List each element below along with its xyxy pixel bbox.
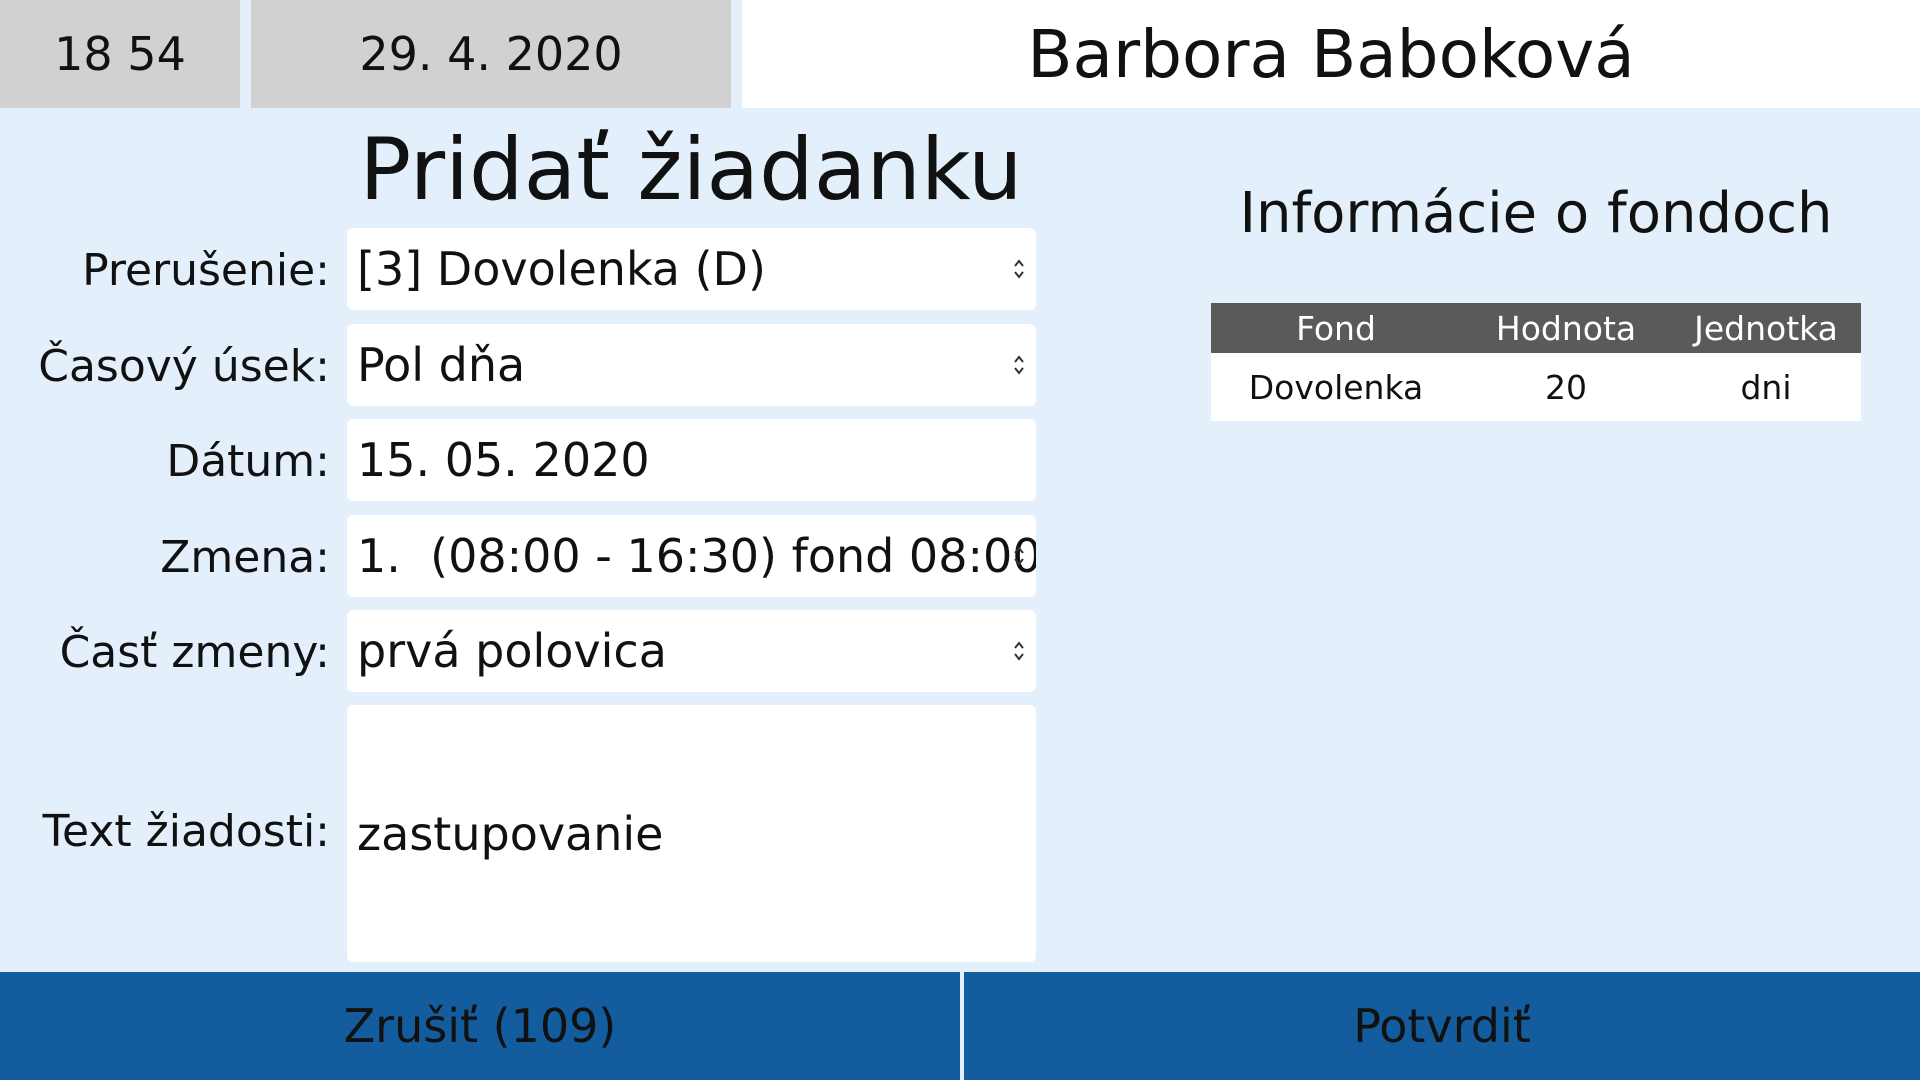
date-label: Dátum: xyxy=(166,436,330,487)
column-header-unit: Jednotka xyxy=(1671,303,1861,353)
table-header-row: Fond Hodnota Jednotka xyxy=(1211,303,1861,353)
fund-info-title: Informácie o fondoch xyxy=(1239,181,1833,246)
column-header-value: Hodnota xyxy=(1461,303,1671,353)
select-chevrons-icon xyxy=(1014,546,1024,566)
time-period-select[interactable]: Pol dňa xyxy=(347,324,1036,406)
shift-label: Zmena: xyxy=(160,532,330,583)
user-name: Barbora Baboková xyxy=(742,0,1920,108)
shift-part-select[interactable]: prvá polovica xyxy=(347,610,1036,692)
request-text-label: Text žiadosti: xyxy=(42,806,330,857)
interruption-select[interactable]: [3] Dovolenka (D) xyxy=(347,228,1036,310)
select-chevrons-icon xyxy=(1014,259,1024,279)
shift-value: 1. (08:00 - 16:30) fond 08:00 xyxy=(357,529,1036,583)
shift-part-label: Časť zmeny: xyxy=(59,627,330,678)
confirm-button[interactable]: Potvrdiť xyxy=(964,972,1920,1080)
top-bar: 18 54 29. 4. 2020 Barbora Baboková xyxy=(0,0,1920,108)
fund-info-table: Fond Hodnota Jednotka Dovolenka 20 dni xyxy=(1211,303,1861,421)
time-period-label: Časový úsek: xyxy=(38,341,330,392)
cancel-button[interactable]: Zrušiť (109) xyxy=(0,972,960,1080)
cell-value: 20 xyxy=(1461,353,1671,421)
table-row: Dovolenka 20 dni xyxy=(1211,353,1861,421)
shift-part-value: prvá polovica xyxy=(357,624,667,678)
select-chevrons-icon xyxy=(1014,355,1024,375)
request-text-area[interactable]: zastupovanie xyxy=(347,705,1036,962)
interruption-value: [3] Dovolenka (D) xyxy=(357,242,766,296)
date-value: 15. 05. 2020 xyxy=(357,433,650,487)
date-input[interactable]: 15. 05. 2020 xyxy=(347,419,1036,501)
select-chevrons-icon xyxy=(1014,641,1024,661)
time-period-value: Pol dňa xyxy=(357,338,526,392)
interruption-label: Prerušenie: xyxy=(82,245,330,296)
shift-select[interactable]: 1. (08:00 - 16:30) fond 08:00 xyxy=(347,515,1036,597)
current-date: 29. 4. 2020 xyxy=(251,0,731,108)
cell-unit: dni xyxy=(1671,353,1861,421)
request-text-value: zastupovanie xyxy=(357,806,664,861)
clock-time: 18 54 xyxy=(0,0,240,108)
cell-fund: Dovolenka xyxy=(1211,353,1461,421)
column-header-fund: Fond xyxy=(1211,303,1461,353)
page-title: Pridať žiadanku xyxy=(359,120,1023,220)
